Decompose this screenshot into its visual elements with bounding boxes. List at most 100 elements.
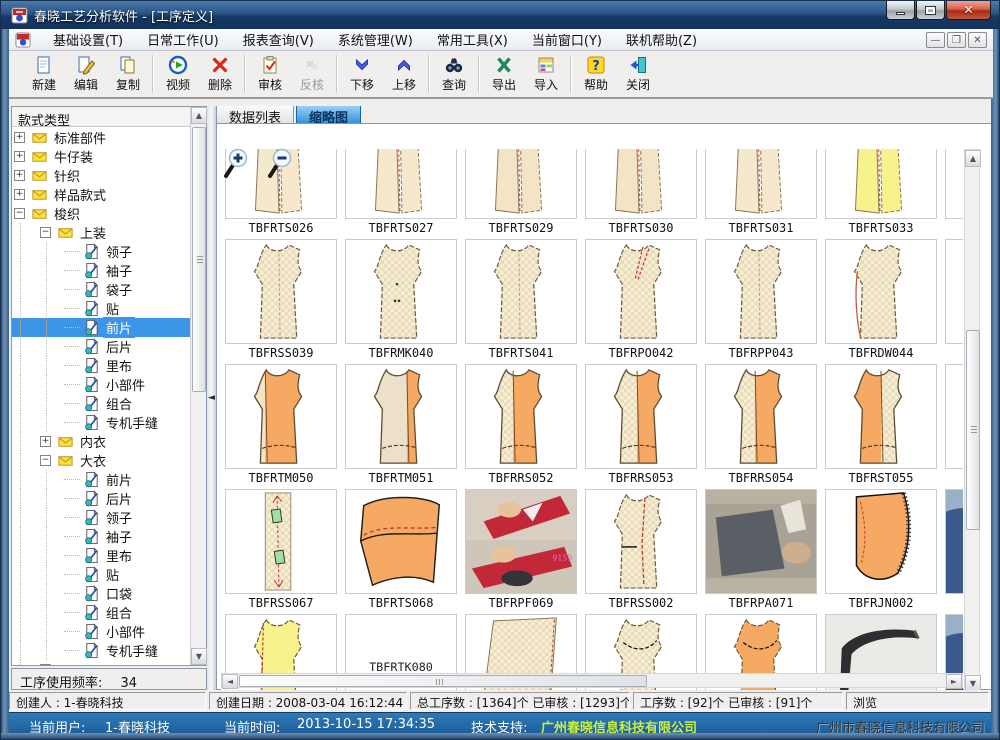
sidebar-splitter[interactable]: ◄ — [207, 106, 216, 690]
toolbar-move-down-button[interactable]: 下移 — [341, 52, 383, 96]
toolbar-export-button[interactable]: 导出 — [483, 52, 525, 96]
thumbnail-partial[interactable] — [945, 364, 963, 469]
thumbnail-TBFRPF069[interactable]: 9159TBFRPF069 — [465, 489, 577, 610]
tree-item-样品款式[interactable]: +样品款式 — [12, 185, 190, 204]
tree-item-里布[interactable]: 里布 — [12, 356, 190, 375]
toolbar-help-button[interactable]: ?帮助 — [575, 52, 617, 96]
vertical-scroll-thumb[interactable] — [966, 330, 980, 530]
toolbar-delete-button[interactable]: 删除 — [199, 52, 241, 96]
horizontal-scrollbar[interactable]: ◄ ► — [221, 673, 963, 688]
thumbnail-partial[interactable] — [945, 239, 963, 344]
tree-item-组合[interactable]: 组合 — [12, 394, 190, 413]
mdi-close-button[interactable]: ✕ — [968, 32, 987, 48]
thumbnail-TBFRTS027[interactable]: TBFRTS027 — [345, 149, 457, 235]
thumbnail-partial[interactable] — [945, 489, 963, 594]
tree-item-牛仔装[interactable]: +牛仔装 — [12, 147, 190, 166]
minimize-button[interactable] — [886, 1, 915, 20]
menu-item-3[interactable]: 报表查询(V) — [231, 27, 326, 52]
thumbnail-TBFRTS031[interactable]: TBFRTS031 — [705, 149, 817, 235]
thumbnail-TBFRTS041[interactable]: TBFRTS041 — [465, 239, 577, 360]
thumbnail-TBFRRS054[interactable]: TBFRRS054 — [705, 364, 817, 485]
thumbnail-TBFRRS053[interactable]: TBFRRS053 — [585, 364, 697, 485]
expand-node-icon[interactable]: + — [14, 170, 25, 181]
tree-item-后片[interactable]: 后片 — [12, 337, 190, 356]
thumbnail-TBFRPO042[interactable]: TBFRPO042 — [585, 239, 697, 360]
tree-item-口袋[interactable]: 口袋 — [12, 584, 190, 603]
thumbnail-TBFRMK040[interactable]: TBFRMK040 — [345, 239, 457, 360]
thumbnail-TBFRTM051[interactable]: TBFRTM051 — [345, 364, 457, 485]
tree-item-贴[interactable]: 贴 — [12, 565, 190, 584]
expand-node-icon[interactable]: + — [14, 151, 25, 162]
thumbnail-TBFRJN002[interactable]: TBFRJN002 — [825, 489, 937, 610]
tree-item-内衣[interactable]: +内衣 — [12, 432, 190, 451]
expand-node-icon[interactable]: + — [14, 132, 25, 143]
toolbar-audit-button[interactable]: 审核 — [249, 52, 291, 96]
maximize-button[interactable] — [916, 1, 945, 20]
collapse-sidebar-icon[interactable]: ◄ — [208, 393, 215, 403]
expand-node-icon[interactable]: + — [40, 436, 51, 447]
collapse-node-icon[interactable]: − — [40, 455, 51, 466]
toolbar-copy-button[interactable]: 复制 — [107, 52, 149, 96]
toolbar-move-up-button[interactable]: 上移 — [383, 52, 425, 96]
thumbnail-TBFRTM050[interactable]: TBFRTM050 — [225, 364, 337, 485]
menu-item-6[interactable]: 当前窗口(Y) — [520, 27, 614, 52]
thumbnail-TBFRTS030[interactable]: TBFRTS030 — [585, 149, 697, 235]
thumbnail-partial[interactable] — [945, 149, 963, 219]
thumbnail-TBFRPP043[interactable]: TBFRPP043 — [705, 239, 817, 360]
menu-item-2[interactable]: 日常工作(U) — [135, 27, 231, 52]
tree-scroll-thumb[interactable] — [192, 127, 206, 392]
tree-item-专机手缝[interactable]: 专机手缝 — [12, 641, 190, 660]
thumbnail-TBFRSS039[interactable]: TBFRSS039 — [225, 239, 337, 360]
toolbar-video-button[interactable]: 视频 — [157, 52, 199, 96]
tree-item-标准部件[interactable]: +标准部件 — [12, 128, 190, 147]
tree-scrollbar[interactable]: ▲ ▼ — [190, 107, 206, 665]
tree-item-前片[interactable]: 前片 — [12, 318, 190, 337]
tree-item-针织[interactable]: +针织 — [12, 166, 190, 185]
toolbar-edit-button[interactable]: 编辑 — [65, 52, 107, 96]
thumbnail-TBFRTS068[interactable]: TBFRTS068 — [345, 489, 457, 610]
thumbnail-TBFRPA071[interactable]: TBFRPA071 — [705, 489, 817, 610]
thumbnail-TBFRSS002[interactable]: TBFRSS002 — [585, 489, 697, 610]
menu-item-1[interactable]: 基础设置(T) — [41, 27, 135, 52]
horizontal-scroll-thumb[interactable] — [239, 675, 647, 687]
tree-item-领子[interactable]: 领子 — [12, 242, 190, 261]
collapse-node-icon[interactable]: − — [40, 227, 51, 238]
thumbnail-TBFRSS067[interactable]: TBFRSS067 — [225, 489, 337, 610]
thumbnail-TBFRDW044[interactable]: TBFRDW044 — [825, 239, 937, 360]
zoom-out-button[interactable] — [267, 148, 297, 180]
collapse-node-icon[interactable]: − — [14, 208, 25, 219]
tree-item-袖子[interactable]: 袖子 — [12, 261, 190, 280]
scroll-left-icon[interactable]: ◄ — [222, 674, 238, 689]
tree-item-贴[interactable]: 贴 — [12, 299, 190, 318]
menu-item-4[interactable]: 系统管理(W) — [326, 27, 425, 52]
tree-item-后片[interactable]: 后片 — [12, 489, 190, 508]
toolbar-new-document-button[interactable]: 新建 — [23, 52, 65, 96]
scroll-up-icon[interactable]: ▲ — [965, 150, 981, 167]
tree-item-前片[interactable]: 前片 — [12, 470, 190, 489]
tree-item-袖子[interactable]: 袖子 — [12, 527, 190, 546]
tree-item-小部件[interactable]: 小部件 — [12, 622, 190, 641]
thumbnail-TBFRTS029[interactable]: TBFRTS029 — [465, 149, 577, 235]
tree-scroll-up-icon[interactable]: ▲ — [191, 107, 207, 124]
toolbar-exit-button[interactable]: 关闭 — [617, 52, 659, 96]
tree-item-里布[interactable]: 里布 — [12, 546, 190, 565]
expand-node-icon[interactable]: + — [40, 664, 51, 665]
expand-node-icon[interactable]: + — [14, 189, 25, 200]
tree-item-领子[interactable]: 领子 — [12, 508, 190, 527]
tree-item-上装[interactable]: −上装 — [12, 223, 190, 242]
toolbar-search-button[interactable]: 查询 — [433, 52, 475, 96]
tree-item-partial[interactable]: + — [12, 660, 190, 665]
thumbnail-TBFRRS052[interactable]: TBFRRS052 — [465, 364, 577, 485]
close-button[interactable]: ✕ — [946, 1, 991, 20]
vertical-scrollbar[interactable]: ▲ ▼ — [964, 149, 980, 693]
toolbar-import-button[interactable]: 导入 — [525, 52, 567, 96]
tab-thumbnail[interactable]: 缩略图 — [296, 104, 361, 124]
tree-item-大衣[interactable]: −大衣 — [12, 451, 190, 470]
tree-item-梭织[interactable]: −梭织 — [12, 204, 190, 223]
thumbnail-TBFRTS033[interactable]: TBFRTS033 — [825, 149, 937, 235]
mdi-restore-button[interactable]: ❐ — [947, 32, 966, 48]
mdi-minimize-button[interactable]: — — [926, 32, 945, 48]
zoom-in-button[interactable] — [223, 148, 253, 180]
tab-data-list[interactable]: 数据列表 — [216, 104, 294, 124]
tree-scroll-down-icon[interactable]: ▼ — [191, 648, 207, 665]
